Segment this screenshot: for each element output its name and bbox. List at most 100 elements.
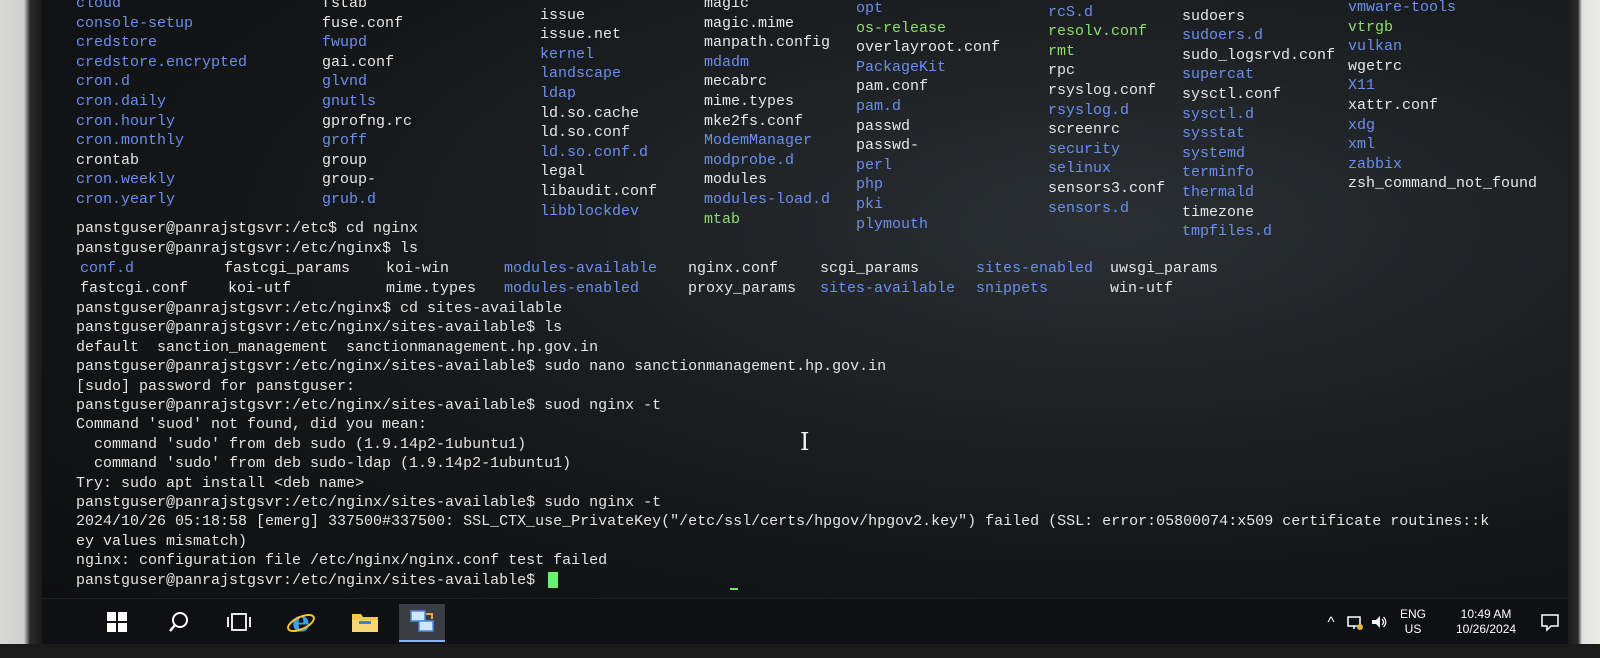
etc-listing-entry: rsyslog.d	[1048, 101, 1130, 119]
show-hidden-icons-chevron-up-icon[interactable]: ^	[1322, 614, 1340, 631]
terminal-line: panstguser@panrajstgsvr:/etc/nginx/sites…	[76, 397, 662, 414]
etc-listing-entry: systemd	[1182, 144, 1246, 162]
terminal-line: panstguser@panrajstgsvr:/etc/nginx/sites…	[76, 358, 887, 376]
nginx-listing-entry: scgi_params	[820, 260, 920, 277]
file-explorer-button[interactable]	[342, 604, 388, 640]
terminal-line: panstguser@panrajstgsvr:/etc/nginx$ cd s…	[76, 300, 563, 317]
terminal-line: panstguser@panrajstgsvr:/etc/nginx/sites…	[76, 319, 563, 337]
etc-listing-entry: credstore.encrypted	[76, 53, 248, 71]
etc-listing-entry: passwd	[856, 117, 911, 135]
etc-listing-entry: thermald	[1182, 184, 1255, 201]
etc-listing-entry: mecabrc	[704, 73, 768, 91]
etc-listing-entry: grub.d	[322, 191, 377, 208]
monitor-bezel-right	[1568, 0, 1600, 658]
terminal-window[interactable]: cloud console-setup credstore credstore.enc…	[42, 0, 1568, 598]
monitor-bezel-left	[0, 0, 42, 658]
etc-listing-entry: sudoers.d	[1182, 27, 1264, 45]
terminal-cursor	[548, 571, 559, 588]
etc-listing-entry: legal	[540, 163, 586, 181]
etc-listing-entry: zabbix	[1348, 155, 1403, 173]
etc-listing-entry: magic	[704, 0, 750, 12]
etc-listing-entry: magic.mime	[704, 14, 795, 32]
internet-explorer-icon: e	[287, 607, 315, 637]
etc-listing-entry: PackageKit	[856, 58, 947, 76]
etc-listing-entry: security	[1048, 140, 1121, 158]
remote-desktop-button[interactable]	[399, 604, 445, 642]
etc-listing-entry: issue	[540, 6, 586, 24]
internet-explorer-button[interactable]: e	[278, 604, 324, 640]
etc-listing-entry: cron.daily	[76, 93, 167, 110]
etc-listing-entry: cron.monthly	[76, 132, 185, 150]
terminal-line: ey values mismatch)	[76, 532, 248, 550]
terminal-line: panstguser@panrajstgsvr:/etc$ cd nginx	[76, 220, 419, 237]
terminal-line: default sanction_management sanctionmana…	[76, 338, 599, 356]
search-icon	[169, 612, 188, 632]
clock-time: 10:49 AM	[1460, 607, 1512, 621]
etc-listing-entry: vtrgb	[1348, 18, 1394, 36]
etc-listing-entry: screenrc	[1048, 121, 1121, 139]
terminal-line: nginx: configuration file /etc/nginx/ngi…	[76, 552, 608, 570]
etc-listing-entry: fwupd	[322, 34, 368, 52]
nginx-listing-entry: mime.types	[386, 280, 477, 297]
language-code: ENG	[1400, 607, 1427, 621]
speaker-volume-icon[interactable]	[1370, 613, 1388, 631]
etc-listing-entry: pki	[856, 196, 884, 213]
nginx-listing-entry: uwsgi_params	[1110, 260, 1219, 277]
nginx-listing-entry: win-utf	[1110, 280, 1174, 297]
network-icon[interactable]	[1346, 613, 1364, 631]
etc-listing-entry: rmt	[1048, 42, 1076, 60]
nginx-listing-entry: koi-utf	[228, 280, 292, 297]
clock-date: 10/26/2024	[1455, 622, 1517, 636]
etc-listing-entry: gprofng.rc	[322, 112, 413, 130]
etc-listing-entry: rsyslog.conf	[1048, 82, 1157, 99]
nginx-listing-entry: modules-available	[504, 260, 658, 277]
etc-listing-entry: group-	[322, 171, 377, 189]
etc-listing-entry: sysstat	[1182, 125, 1246, 143]
etc-listing-entry: sensors.d	[1048, 199, 1130, 217]
etc-listing-entry: vmware-tools	[1348, 0, 1457, 16]
etc-listing-entry: mtab	[704, 210, 741, 228]
terminal-line: command 'sudo' from deb sudo (1.9.14p2-1…	[76, 435, 527, 453]
etc-listing-entry: os-release	[856, 19, 947, 37]
search-button[interactable]	[156, 604, 202, 640]
etc-listing-entry: groff	[322, 132, 368, 150]
notifications-icon[interactable]	[1540, 612, 1560, 632]
terminal-line: panstguser@panrajstgsvr:/etc/nginx/sites…	[76, 494, 662, 511]
etc-listing-entry: php	[856, 176, 884, 194]
clock[interactable]: 10:49 AM 10/26/2024	[1446, 607, 1526, 637]
nginx-listing-entry: nginx.conf	[688, 260, 779, 277]
terminal-line: Try: sudo apt install <deb name>	[76, 474, 365, 492]
etc-listing-entry: kernel	[540, 45, 595, 63]
etc-listing-entry: timezone	[1182, 203, 1255, 221]
etc-listing-entry: X11	[1348, 77, 1376, 95]
task-view-icon	[227, 613, 251, 631]
etc-listing-entry: xattr.conf	[1348, 97, 1439, 114]
language-indicator[interactable]: ENG US	[1400, 607, 1426, 637]
windows-start-button[interactable]	[94, 604, 140, 640]
terminal-line: [sudo] password for panstguser:	[76, 377, 356, 395]
etc-listing-entry: pam.d	[856, 98, 902, 115]
etc-listing-entry: vulkan	[1348, 38, 1403, 56]
etc-listing-entry: xdg	[1348, 116, 1376, 134]
taskbar: e ^ ENG US 10:49 AM 10/26/2024	[42, 598, 1568, 644]
etc-listing-entry: glvnd	[322, 73, 368, 91]
etc-listing-entry: tmpfiles.d	[1182, 223, 1273, 241]
nginx-listing-entry: sites-enabled	[976, 260, 1094, 277]
terminal-line: panstguser@panrajstgsvr:/etc/nginx/sites…	[76, 571, 559, 590]
etc-listing-entry: cron.d	[76, 73, 131, 91]
task-view-button[interactable]	[216, 604, 262, 640]
etc-listing-entry: overlayroot.conf	[856, 39, 1001, 57]
etc-listing-entry: rcS.d	[1048, 3, 1094, 21]
etc-listing-entry: supercat	[1182, 66, 1255, 84]
etc-listing-entry: terminfo	[1182, 164, 1255, 182]
etc-listing-entry: sudo.conf	[1182, 0, 1263, 6]
nginx-listing-entry: koi-win	[386, 260, 450, 277]
etc-listing-entry: ldap	[540, 85, 577, 102]
etc-listing-entry: modprobe.d	[704, 151, 795, 169]
etc-listing-entry: sudoers	[1182, 7, 1246, 25]
etc-listing-entry: ld.so.conf.d	[540, 143, 649, 161]
windows-logo-icon	[107, 612, 127, 632]
etc-listing-entry: iscsi	[540, 0, 585, 5]
nginx-listing-entry: snippets	[976, 280, 1049, 297]
nginx-listing-entry: conf.d	[80, 260, 135, 277]
